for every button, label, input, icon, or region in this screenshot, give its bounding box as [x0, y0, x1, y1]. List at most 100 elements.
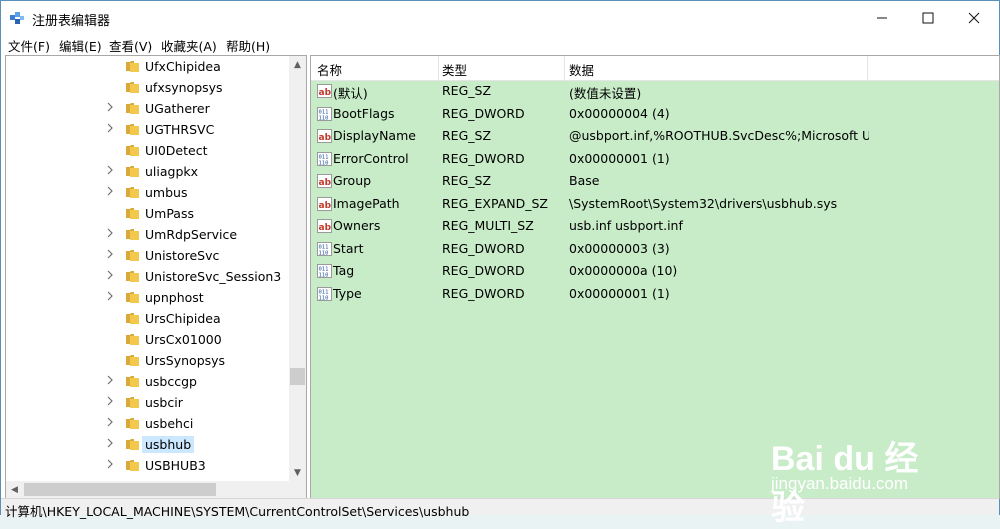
tree-item[interactable]: UGatherer: [6, 98, 289, 119]
value-row[interactable]: ab DisplayName REG_SZ @usbport.inf,%ROOTHUB…: [311, 125, 999, 147]
tree-item[interactable]: USBHUB3: [6, 455, 289, 476]
tree-item-label: UnistoreSvc: [145, 248, 220, 263]
value-data-cell: usb.inf usbport.inf: [569, 218, 683, 233]
tree-item[interactable]: upnphost: [6, 287, 289, 308]
folder-icon: [126, 418, 139, 429]
menu-edit[interactable]: 编辑(E): [59, 36, 102, 55]
tree-item-label: usbccgp: [145, 374, 197, 389]
menu-help[interactable]: 帮助(H): [226, 36, 270, 55]
value-data-cell: \SystemRoot\System32\drivers\usbhub.sys: [569, 195, 838, 211]
tree-item[interactable]: usbhub: [6, 434, 289, 455]
folder-icon: [126, 355, 139, 366]
folder-icon: [126, 439, 139, 450]
minimize-button[interactable]: [859, 1, 905, 34]
folder-icon: [126, 250, 139, 261]
expand-chevron-icon[interactable]: [106, 123, 114, 133]
tree-item[interactable]: UfxChipidea: [6, 56, 289, 77]
tree-item[interactable]: usbccgp: [6, 371, 289, 392]
tree-horizontal-scrollbar[interactable]: ◀: [6, 481, 289, 498]
baidu-watermark: Bai du 经验 jingyan.baidu.com: [771, 406, 951, 527]
tree-item[interactable]: UmRdpService: [6, 224, 289, 245]
tree-item-label: uliagpkx: [145, 164, 199, 179]
value-name-cell: Owners: [333, 218, 381, 233]
value-row[interactable]: 011 110 Type REG_DWORD 0x00000001 (1): [311, 283, 999, 305]
maximize-button[interactable]: [905, 1, 951, 34]
value-type-cell: REG_SZ: [442, 83, 492, 98]
expand-chevron-icon[interactable]: [106, 249, 114, 259]
tree-item-label: UrsChipidea: [145, 311, 221, 326]
title-bar[interactable]: 注册表编辑器: [1, 1, 999, 34]
scroll-left-icon[interactable]: ◀: [6, 481, 23, 498]
value-name-cell: ImagePath: [333, 195, 400, 211]
horizontal-scroll-thumb[interactable]: [24, 483, 216, 496]
column-header-type[interactable]: 类型: [442, 60, 467, 79]
folder-icon: [126, 229, 139, 240]
expand-chevron-icon[interactable]: [106, 438, 114, 448]
value-row[interactable]: 011 110 BootFlags REG_DWORD 0x00000004 (4): [311, 103, 999, 125]
value-row[interactable]: ab ImagePath REG_EXPAND_SZ \SystemRoot\Syst…: [311, 193, 999, 215]
tree-item[interactable]: UGTHRSVC: [6, 119, 289, 140]
scroll-up-icon[interactable]: ▲: [289, 56, 306, 73]
tree-vertical-scrollbar[interactable]: ▲ ▼: [289, 56, 306, 481]
expand-chevron-icon[interactable]: [106, 459, 114, 469]
tree-item[interactable]: UrsSynopsys: [6, 350, 289, 371]
svg-text:ab: ab: [319, 201, 332, 211]
expand-chevron-icon[interactable]: [106, 396, 114, 406]
tree-item[interactable]: UmPass: [6, 203, 289, 224]
expand-chevron-icon[interactable]: [106, 291, 114, 301]
tree-item-label: UnistoreSvc_Session3: [145, 269, 282, 284]
scroll-down-icon[interactable]: ▼: [289, 464, 306, 481]
tree-item-label: UrsSynopsys: [145, 353, 226, 368]
expand-chevron-icon[interactable]: [106, 417, 114, 427]
menu-view[interactable]: 查看(V): [109, 36, 152, 55]
expand-chevron-icon[interactable]: [106, 375, 114, 385]
expand-chevron-icon[interactable]: [106, 102, 114, 112]
value-data-cell: 0x0000000a (10): [569, 263, 678, 278]
expand-chevron-icon[interactable]: [106, 165, 114, 175]
registry-editor-window: 注册表编辑器 文件(F) 编辑(E) 查看(V) 收藏夹(A) 帮助(H) Uf…: [0, 0, 1000, 527]
column-header-name[interactable]: 名称: [317, 60, 342, 79]
value-name-cell: ErrorControl: [333, 150, 409, 166]
string-value-icon: ab: [317, 84, 332, 98]
tree-item[interactable]: UnistoreSvc: [6, 245, 289, 266]
scroll-thumb[interactable]: [290, 368, 305, 385]
tree-item[interactable]: usbcir: [6, 392, 289, 413]
tree-item[interactable]: UI0Detect: [6, 140, 289, 161]
column-divider[interactable]: [564, 56, 565, 80]
column-divider[interactable]: [867, 56, 868, 80]
tree-item[interactable]: usbehci: [6, 413, 289, 434]
tree-item[interactable]: ufxsynopsys: [6, 77, 289, 98]
folder-icon: [126, 187, 139, 198]
watermark-url: jingyan.baidu.com: [771, 474, 909, 493]
tree-item[interactable]: UrsChipidea: [6, 308, 289, 329]
expand-chevron-icon[interactable]: [106, 186, 114, 196]
tree-item[interactable]: UnistoreSvc_Session3: [6, 266, 289, 287]
folder-icon: [126, 292, 139, 303]
value-name-cell: Type: [333, 285, 362, 301]
value-row[interactable]: 011 110 Start REG_DWORD 0x00000003 (3): [311, 238, 999, 260]
value-row[interactable]: ab Owners REG_MULTI_SZ usb.inf usbport.inf: [311, 215, 999, 237]
tree-item[interactable]: uliagpkx: [6, 161, 289, 182]
value-row[interactable]: 011 110 ErrorControl REG_DWORD 0x00000001 (1…: [311, 148, 999, 170]
value-row[interactable]: ab Group REG_SZ Base: [311, 170, 999, 192]
tree-item[interactable]: UrsCx01000: [6, 329, 289, 350]
folder-icon: [126, 124, 139, 135]
value-type-cell: REG_MULTI_SZ: [442, 218, 534, 233]
key-tree-pane[interactable]: UfxChipidea ufxsynopsys UGatherer UGTHRSVC U…: [5, 55, 307, 499]
string-value-icon: ab: [317, 174, 332, 188]
expand-chevron-icon[interactable]: [106, 270, 114, 280]
value-data-cell: 0x00000001 (1): [569, 285, 670, 301]
value-row[interactable]: ab (默认) REG_SZ (数值未设置): [311, 80, 999, 102]
minimize-icon: [877, 17, 887, 18]
value-row[interactable]: 011 110 Tag REG_DWORD 0x0000000a (10): [311, 260, 999, 282]
tree-item-label: UmPass: [145, 206, 194, 221]
close-button[interactable]: [951, 1, 997, 34]
tree-item-label: UI0Detect: [145, 143, 208, 158]
column-header-data[interactable]: 数据: [569, 60, 594, 79]
menu-favorites[interactable]: 收藏夹(A): [161, 36, 217, 55]
tree-item[interactable]: umbus: [6, 182, 289, 203]
column-divider[interactable]: [438, 56, 439, 80]
expand-chevron-icon[interactable]: [106, 228, 114, 238]
svg-text:ab: ab: [319, 178, 332, 188]
menu-file[interactable]: 文件(F): [8, 36, 50, 55]
